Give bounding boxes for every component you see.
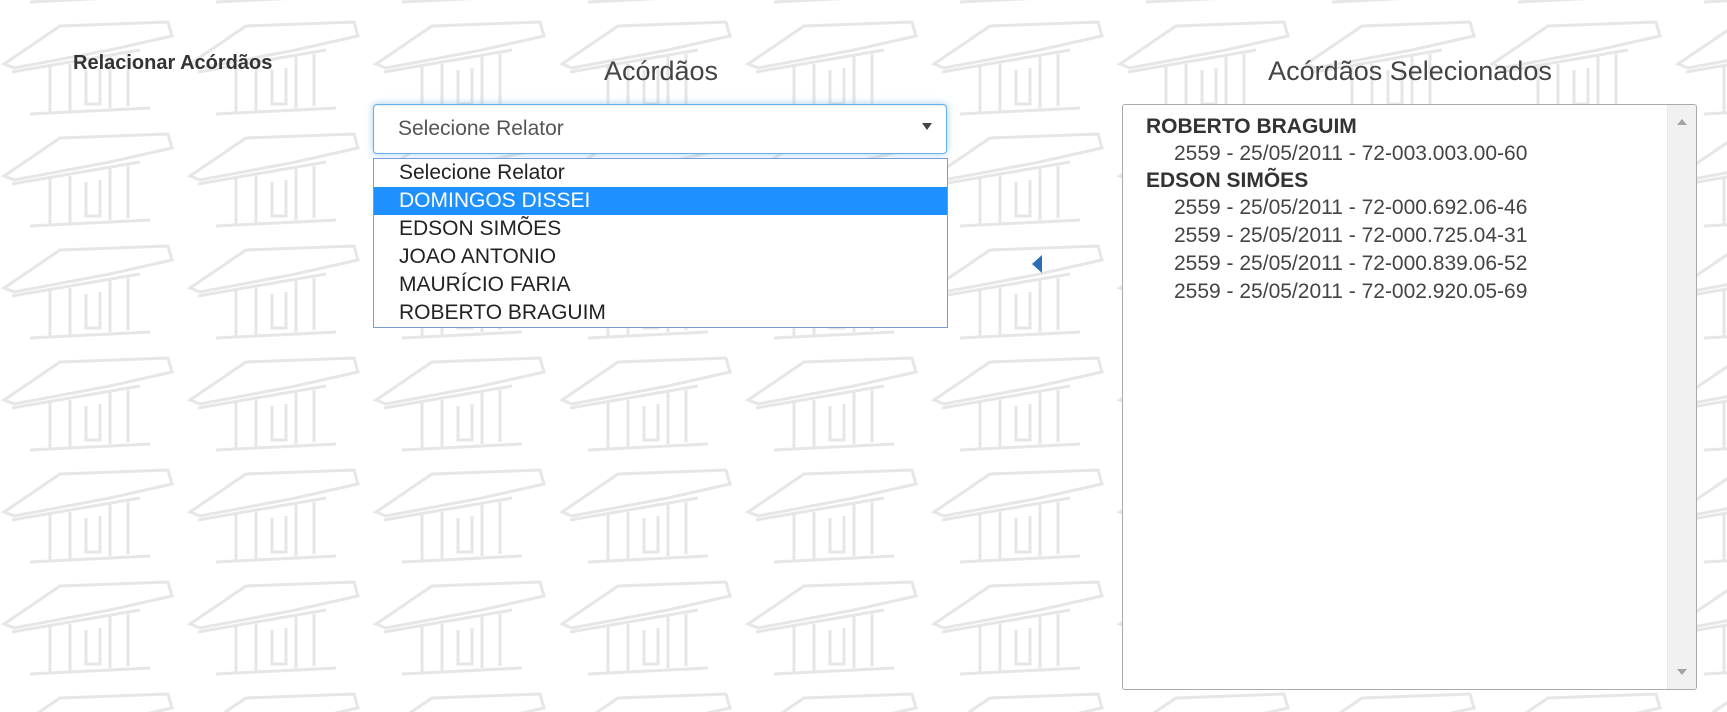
scroll-up-icon[interactable]	[1677, 119, 1687, 125]
selected-acordaos-list[interactable]: ROBERTO BRAGUIM 2559 - 25/05/2011 - 72-0…	[1122, 104, 1697, 690]
relator-select[interactable]: Selecione Relator	[373, 104, 947, 154]
acordao-item[interactable]: 2559 - 25/05/2011 - 72-000.725.04-31	[1146, 222, 1666, 250]
relator-dropdown-list: Selecione Relator DOMINGOS DISSEI EDSON …	[373, 158, 948, 328]
caret-left-icon[interactable]	[1032, 255, 1042, 273]
relator-group-name: EDSON SIMÕES	[1146, 169, 1309, 192]
dropdown-option[interactable]: MAURÍCIO FARIA	[374, 271, 947, 299]
acordao-item[interactable]: 2559 - 25/05/2011 - 72-000.839.06-52	[1146, 250, 1666, 278]
acordaos-column-title: Acórdãos	[603, 56, 719, 86]
page: Relacionar Acórdãos Acórdãos Acórdãos Se…	[0, 0, 1727, 712]
selected-acordaos-column-title: Acórdãos Selecionados	[1268, 56, 1552, 86]
acordao-item[interactable]: 2559 - 25/05/2011 - 72-000.692.06-46	[1146, 194, 1666, 222]
scroll-down-icon[interactable]	[1677, 669, 1687, 675]
selected-acordaos-content: ROBERTO BRAGUIM 2559 - 25/05/2011 - 72-0…	[1146, 114, 1666, 306]
acordao-item[interactable]: 2559 - 25/05/2011 - 72-002.920.05-69	[1146, 278, 1666, 306]
dropdown-option[interactable]: ROBERTO BRAGUIM	[374, 299, 947, 327]
dropdown-option[interactable]: JOAO ANTONIO	[374, 243, 947, 271]
relator-group-name: ROBERTO BRAGUIM	[1146, 115, 1357, 138]
dropdown-option[interactable]: Selecione Relator	[374, 159, 947, 187]
relator-select-value: Selecione Relator	[398, 117, 564, 140]
dropdown-option[interactable]: EDSON SIMÕES	[374, 215, 947, 243]
chevron-down-icon	[922, 123, 932, 130]
scrollbar[interactable]	[1667, 105, 1696, 689]
section-label: Relacionar Acórdãos	[73, 52, 273, 74]
acordao-item[interactable]: 2559 - 25/05/2011 - 72-003.003.00-60	[1146, 140, 1666, 168]
dropdown-option-highlighted[interactable]: DOMINGOS DISSEI	[374, 187, 947, 215]
